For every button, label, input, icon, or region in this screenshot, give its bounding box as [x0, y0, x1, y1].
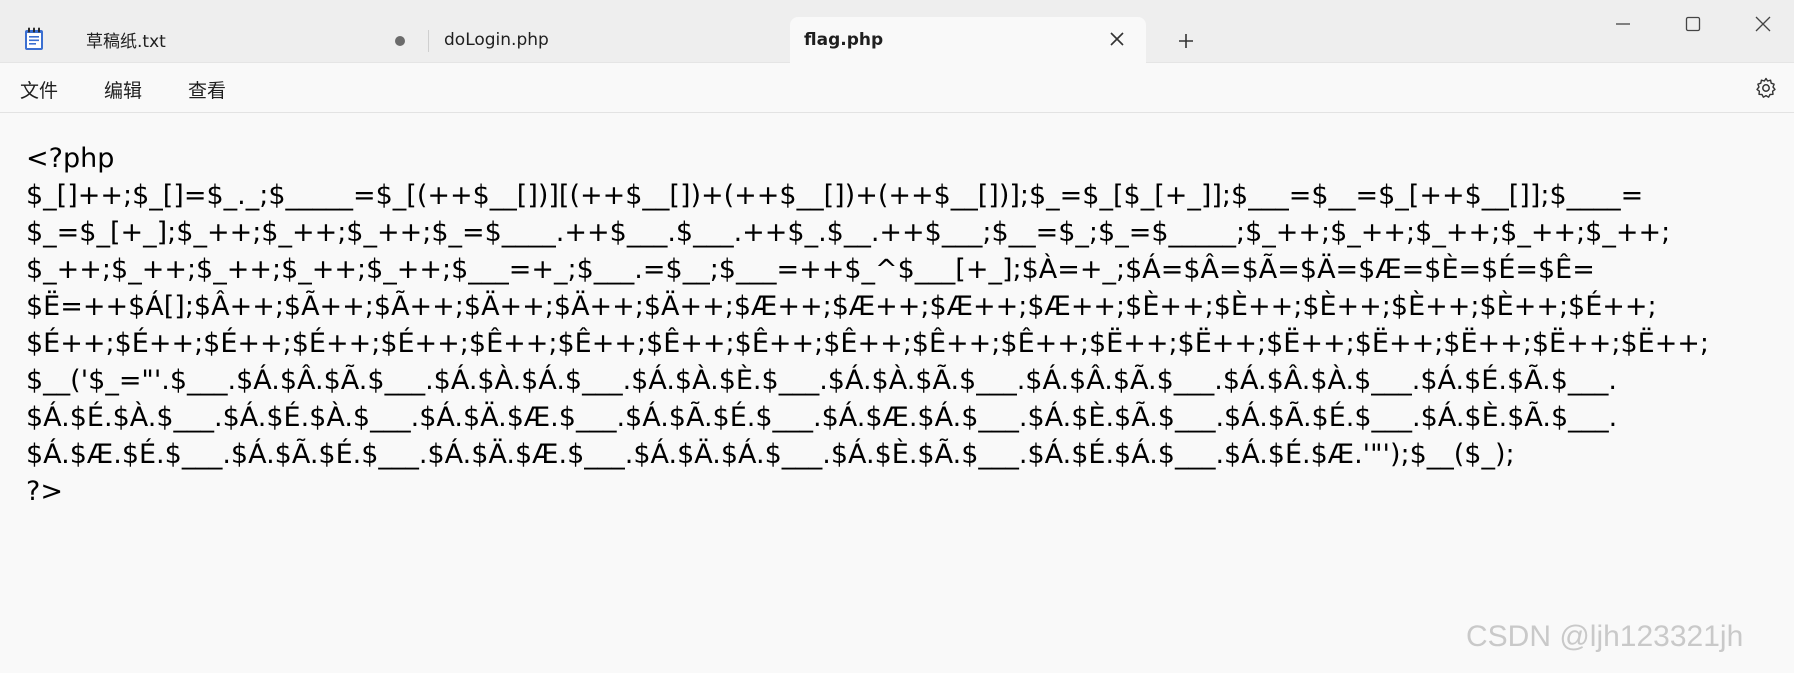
plus-icon[interactable]	[1175, 30, 1197, 52]
code-line: $_++;$_++;$_++;$_++;$_++;$___=+_;$___.=$…	[26, 254, 1595, 285]
code-line: $_[]++;$_[]=$_._;$_____=$_[(++$__[])][(+…	[26, 180, 1644, 211]
menu-edit[interactable]: 编辑	[104, 76, 142, 103]
code-line: ?>	[26, 476, 63, 507]
code-line: $Á.$É.$À.$___.$Á.$É.$À.$___.$Á.$Ä.$Æ.$__…	[26, 402, 1618, 433]
menu-view[interactable]: 查看	[188, 76, 226, 103]
code-line: $_=$_[+_];$_++;$_++;$_++;$_=$____.++$___…	[26, 217, 1671, 248]
tab-label: flag.php	[804, 30, 884, 50]
code-line: $__('$_="'.$___.$Á.$Â.$Ã.$___.$Á.$À.$Á.$…	[26, 365, 1617, 396]
close-icon[interactable]	[1107, 29, 1127, 49]
gear-icon[interactable]	[1754, 76, 1778, 100]
unsaved-dot-icon	[395, 36, 405, 46]
tab-label: 草稿纸.txt	[86, 32, 166, 52]
menu-file[interactable]: 文件	[20, 76, 58, 103]
menu-bar: 文件 编辑 查看	[0, 63, 1794, 113]
tab-label: doLogin.php	[444, 29, 549, 50]
code-line: <?php	[26, 143, 115, 174]
watermark: CSDN @ljh123321jh	[1466, 620, 1744, 653]
tab-scratch-txt[interactable]: 草稿纸.txt	[72, 17, 424, 62]
notepad-window: 草稿纸.txt doLogin.php flag.php 文件 编辑 查看 <?…	[0, 0, 1794, 673]
text-editor[interactable]: <?php $_[]++;$_[]=$_._;$_____=$_[(++$__[…	[26, 140, 1794, 660]
tab-divider	[428, 30, 429, 52]
minimize-icon[interactable]	[1612, 13, 1634, 35]
code-line: $Á.$Æ.$É.$___.$Á.$Ã.$É.$___.$Á.$Ä.$Æ.$__…	[26, 439, 1515, 470]
notepad-icon	[25, 27, 43, 50]
tab-dologin-php[interactable]: doLogin.php	[430, 17, 790, 62]
tab-flag-php[interactable]: flag.php	[790, 17, 1146, 63]
code-line: $Ë=++$Á[];$Â++;$Ã++;$Ã++;$Ä++;$Ä++;$Ä++;…	[26, 291, 1657, 322]
close-window-icon[interactable]	[1752, 13, 1774, 35]
code-line: $É++;$É++;$É++;$É++;$É++;$Ê++;$Ê++;$Ê++;…	[26, 328, 1710, 359]
maximize-icon[interactable]	[1682, 13, 1704, 35]
tab-strip: 草稿纸.txt doLogin.php flag.php	[0, 0, 1794, 63]
